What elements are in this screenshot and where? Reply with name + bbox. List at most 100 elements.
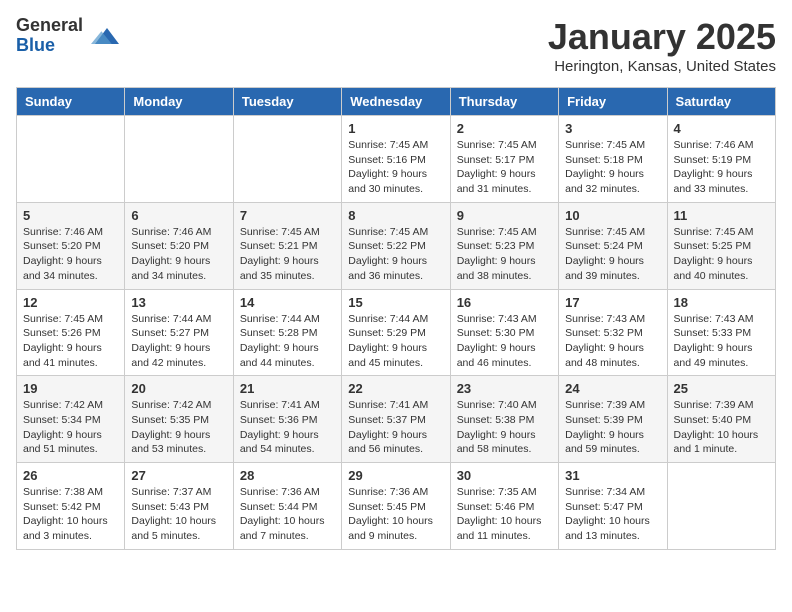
calendar-cell: 21 Sunrise: 7:41 AM Sunset: 5:36 PM Dayli…	[233, 376, 341, 463]
day-number: 28	[240, 468, 335, 483]
calendar-cell: 6 Sunrise: 7:46 AM Sunset: 5:20 PM Daylig…	[125, 202, 233, 289]
day-number: 10	[565, 208, 660, 223]
day-info: Sunrise: 7:43 AM Sunset: 5:32 PM Dayligh…	[565, 312, 660, 371]
day-number: 31	[565, 468, 660, 483]
day-info: Sunrise: 7:39 AM Sunset: 5:39 PM Dayligh…	[565, 398, 660, 457]
calendar-cell: 2 Sunrise: 7:45 AM Sunset: 5:17 PM Daylig…	[450, 116, 558, 203]
calendar-week-row: 26 Sunrise: 7:38 AM Sunset: 5:42 PM Dayli…	[17, 463, 776, 550]
day-info: Sunrise: 7:45 AM Sunset: 5:21 PM Dayligh…	[240, 225, 335, 284]
title-block: January 2025 Herington, Kansas, United S…	[548, 16, 776, 75]
header-wednesday: Wednesday	[342, 88, 450, 116]
calendar-cell: 9 Sunrise: 7:45 AM Sunset: 5:23 PM Daylig…	[450, 202, 558, 289]
calendar-cell	[233, 116, 341, 203]
day-info: Sunrise: 7:36 AM Sunset: 5:44 PM Dayligh…	[240, 485, 335, 544]
day-info: Sunrise: 7:45 AM Sunset: 5:23 PM Dayligh…	[457, 225, 552, 284]
calendar-cell: 17 Sunrise: 7:43 AM Sunset: 5:32 PM Dayli…	[559, 289, 667, 376]
day-number: 24	[565, 381, 660, 396]
day-info: Sunrise: 7:45 AM Sunset: 5:25 PM Dayligh…	[674, 225, 769, 284]
month-title: January 2025	[548, 16, 776, 58]
calendar-cell: 22 Sunrise: 7:41 AM Sunset: 5:37 PM Dayli…	[342, 376, 450, 463]
calendar-cell: 16 Sunrise: 7:43 AM Sunset: 5:30 PM Dayli…	[450, 289, 558, 376]
calendar-cell: 5 Sunrise: 7:46 AM Sunset: 5:20 PM Daylig…	[17, 202, 125, 289]
calendar-cell: 3 Sunrise: 7:45 AM Sunset: 5:18 PM Daylig…	[559, 116, 667, 203]
day-info: Sunrise: 7:45 AM Sunset: 5:18 PM Dayligh…	[565, 138, 660, 197]
day-info: Sunrise: 7:45 AM Sunset: 5:22 PM Dayligh…	[348, 225, 443, 284]
day-number: 22	[348, 381, 443, 396]
calendar-cell: 4Sunrise: 7:46 AM Sunset: 5:19 PM Daylig…	[667, 116, 775, 203]
day-info: Sunrise: 7:46 AM Sunset: 5:20 PM Dayligh…	[23, 225, 118, 284]
day-info: Sunrise: 7:42 AM Sunset: 5:34 PM Dayligh…	[23, 398, 118, 457]
day-info: Sunrise: 7:43 AM Sunset: 5:33 PM Dayligh…	[674, 312, 769, 371]
day-number: 17	[565, 295, 660, 310]
day-info: Sunrise: 7:40 AM Sunset: 5:38 PM Dayligh…	[457, 398, 552, 457]
day-number: 18	[674, 295, 769, 310]
calendar-cell: 7Sunrise: 7:45 AM Sunset: 5:21 PM Daylig…	[233, 202, 341, 289]
calendar-cell: 23 Sunrise: 7:40 AM Sunset: 5:38 PM Dayli…	[450, 376, 558, 463]
day-number: 8	[348, 208, 443, 223]
day-info: Sunrise: 7:38 AM Sunset: 5:42 PM Dayligh…	[23, 485, 118, 544]
day-number: 15	[348, 295, 443, 310]
day-number: 29	[348, 468, 443, 483]
calendar-cell	[125, 116, 233, 203]
calendar-cell: 27 Sunrise: 7:37 AM Sunset: 5:43 PM Dayli…	[125, 463, 233, 550]
day-info: Sunrise: 7:45 AM Sunset: 5:17 PM Dayligh…	[457, 138, 552, 197]
day-number: 3	[565, 121, 660, 136]
calendar-cell	[667, 463, 775, 550]
header-sunday: Sunday	[17, 88, 125, 116]
day-number: 13	[131, 295, 226, 310]
day-number: 23	[457, 381, 552, 396]
day-info: Sunrise: 7:44 AM Sunset: 5:27 PM Dayligh…	[131, 312, 226, 371]
day-info: Sunrise: 7:43 AM Sunset: 5:30 PM Dayligh…	[457, 312, 552, 371]
day-number: 25	[674, 381, 769, 396]
logo: General Blue	[16, 16, 119, 56]
day-number: 27	[131, 468, 226, 483]
day-info: Sunrise: 7:46 AM Sunset: 5:20 PM Dayligh…	[131, 225, 226, 284]
calendar-cell: 15 Sunrise: 7:44 AM Sunset: 5:29 PM Dayli…	[342, 289, 450, 376]
day-number: 26	[23, 468, 118, 483]
header-tuesday: Tuesday	[233, 88, 341, 116]
day-number: 20	[131, 381, 226, 396]
day-number: 21	[240, 381, 335, 396]
day-info: Sunrise: 7:41 AM Sunset: 5:37 PM Dayligh…	[348, 398, 443, 457]
day-info: Sunrise: 7:37 AM Sunset: 5:43 PM Dayligh…	[131, 485, 226, 544]
calendar-cell: 28 Sunrise: 7:36 AM Sunset: 5:44 PM Dayli…	[233, 463, 341, 550]
day-info: Sunrise: 7:34 AM Sunset: 5:47 PM Dayligh…	[565, 485, 660, 544]
header-monday: Monday	[125, 88, 233, 116]
header-thursday: Thursday	[450, 88, 558, 116]
day-number: 14	[240, 295, 335, 310]
calendar-week-row: 5 Sunrise: 7:46 AM Sunset: 5:20 PM Daylig…	[17, 202, 776, 289]
calendar-cell: 25 Sunrise: 7:39 AM Sunset: 5:40 PM Dayli…	[667, 376, 775, 463]
day-number: 19	[23, 381, 118, 396]
calendar-header-row: SundayMondayTuesdayWednesdayThursdayFrid…	[17, 88, 776, 116]
calendar-cell: 14 Sunrise: 7:44 AM Sunset: 5:28 PM Dayli…	[233, 289, 341, 376]
day-number: 1	[348, 121, 443, 136]
day-number: 5	[23, 208, 118, 223]
calendar-cell: 26 Sunrise: 7:38 AM Sunset: 5:42 PM Dayli…	[17, 463, 125, 550]
location: Herington, Kansas, United States	[548, 58, 776, 75]
day-number: 2	[457, 121, 552, 136]
day-info: Sunrise: 7:35 AM Sunset: 5:46 PM Dayligh…	[457, 485, 552, 544]
day-info: Sunrise: 7:41 AM Sunset: 5:36 PM Dayligh…	[240, 398, 335, 457]
day-number: 9	[457, 208, 552, 223]
day-info: Sunrise: 7:44 AM Sunset: 5:28 PM Dayligh…	[240, 312, 335, 371]
calendar-cell: 24 Sunrise: 7:39 AM Sunset: 5:39 PM Dayli…	[559, 376, 667, 463]
page-header: General Blue January 2025 Herington, Kan…	[16, 16, 776, 75]
day-info: Sunrise: 7:44 AM Sunset: 5:29 PM Dayligh…	[348, 312, 443, 371]
logo-blue: Blue	[16, 36, 83, 56]
calendar-cell: 20Sunrise: 7:42 AM Sunset: 5:35 PM Dayli…	[125, 376, 233, 463]
calendar-week-row: 12 Sunrise: 7:45 AM Sunset: 5:26 PM Dayli…	[17, 289, 776, 376]
header-friday: Friday	[559, 88, 667, 116]
calendar-cell: 19 Sunrise: 7:42 AM Sunset: 5:34 PM Dayli…	[17, 376, 125, 463]
calendar-cell: 10Sunrise: 7:45 AM Sunset: 5:24 PM Dayli…	[559, 202, 667, 289]
calendar-week-row: 19 Sunrise: 7:42 AM Sunset: 5:34 PM Dayli…	[17, 376, 776, 463]
day-info: Sunrise: 7:39 AM Sunset: 5:40 PM Dayligh…	[674, 398, 769, 457]
day-number: 12	[23, 295, 118, 310]
header-saturday: Saturday	[667, 88, 775, 116]
day-number: 16	[457, 295, 552, 310]
logo-icon	[87, 20, 119, 52]
day-number: 6	[131, 208, 226, 223]
calendar-cell	[17, 116, 125, 203]
day-info: Sunrise: 7:45 AM Sunset: 5:16 PM Dayligh…	[348, 138, 443, 197]
day-info: Sunrise: 7:45 AM Sunset: 5:26 PM Dayligh…	[23, 312, 118, 371]
logo-general: General	[16, 16, 83, 36]
